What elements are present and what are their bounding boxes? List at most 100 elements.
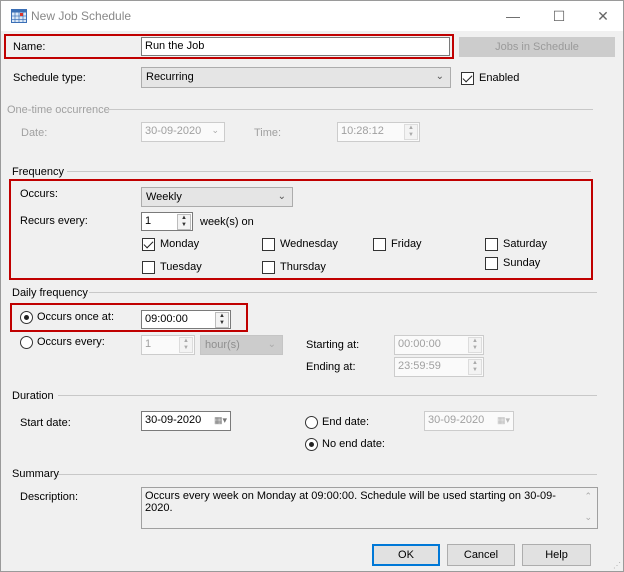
calendar-grid-icon [11, 9, 27, 23]
window-title: New Job Schedule [31, 9, 132, 23]
one-time-time-value: 10:28:12 [341, 125, 384, 137]
calendar-dropdown-icon[interactable]: ▦▾ [214, 415, 227, 426]
maximize-button[interactable]: ☐ [541, 5, 577, 27]
help-button[interactable]: Help [522, 544, 591, 566]
enabled-label: Enabled [479, 72, 520, 84]
recurs-unit-label: week(s) on [200, 216, 254, 228]
occurs-value: Weekly [146, 191, 182, 203]
scroll-down-icon[interactable]: ⌄ [584, 512, 592, 523]
title-bar: New Job Schedule — ☐ ✕ [1, 1, 623, 31]
schedule-type-dropdown[interactable]: Recurring ⌄ [141, 67, 451, 88]
friday-checkbox[interactable] [373, 238, 386, 251]
recurs-every-value: 1 [145, 215, 152, 227]
scroll-up-icon[interactable]: ⌃ [584, 491, 592, 502]
monday-checkbox[interactable] [142, 238, 155, 251]
ending-at-input[interactable]: 23:59:59 ▲ ▼ [394, 357, 484, 377]
tuesday-checkbox[interactable] [142, 261, 155, 274]
start-date-label: Start date: [20, 417, 71, 429]
spinner-arrows-icon[interactable]: ▲ ▼ [177, 214, 191, 230]
ok-button[interactable]: OK [372, 544, 440, 566]
spinner-arrows-icon[interactable]: ▲ ▼ [179, 337, 193, 353]
starting-at-input[interactable]: 00:00:00 ▲ ▼ [394, 335, 484, 355]
spinner-arrows-icon[interactable]: ▲ ▼ [468, 359, 482, 375]
monday-label: Monday [160, 238, 200, 250]
one-time-time-input[interactable]: 10:28:12 ▲ ▼ [337, 122, 420, 142]
description-label: Description: [20, 491, 79, 503]
chevron-down-icon: ⌄ [211, 125, 219, 135]
end-date-radio[interactable] [305, 416, 318, 429]
ending-at-value: 23:59:59 [398, 360, 441, 372]
date-label: Date: [21, 127, 48, 139]
sunday-checkbox[interactable] [485, 257, 498, 270]
start-date-picker[interactable]: 30-09-2020 ▦▾ [141, 411, 231, 431]
occurs-every-input[interactable]: 1 ▲ ▼ [141, 335, 195, 355]
minimize-button[interactable]: — [495, 5, 531, 27]
daily-frequency-divider [89, 292, 597, 293]
wednesday-checkbox[interactable] [262, 238, 275, 251]
occurs-once-radio[interactable] [20, 311, 33, 324]
cancel-button[interactable]: Cancel [447, 544, 515, 566]
frequency-group-label: Frequency [12, 166, 64, 178]
occurs-every-value: 1 [145, 338, 152, 350]
sunday-label: Sunday [503, 257, 541, 269]
one-time-date-picker[interactable]: 30-09-2020 ⌄ [141, 122, 225, 142]
occurs-every-unit-value: hour(s) [205, 339, 240, 351]
close-icon: ✕ [597, 7, 609, 24]
maximize-icon: ☐ [552, 7, 566, 24]
description-textarea[interactable]: Occurs every week on Monday at 09:00:00.… [141, 487, 598, 529]
friday-label: Friday [391, 238, 422, 250]
jobs-in-schedule-button[interactable]: Jobs in Schedule [459, 37, 615, 57]
name-label: Name: [13, 41, 46, 53]
starting-at-value: 00:00:00 [398, 338, 441, 350]
occurs-every-unit-dropdown[interactable]: hour(s) ⌄ [200, 335, 283, 355]
occurs-once-time-input[interactable]: 09:00:00 ▲ ▼ [141, 310, 231, 329]
summary-divider [58, 474, 597, 475]
start-date-value: 30-09-2020 [145, 414, 202, 426]
chevron-down-icon: ⌄ [267, 339, 276, 350]
thursday-checkbox[interactable] [262, 261, 275, 274]
resize-grip-icon[interactable]: ⋰ [613, 561, 621, 570]
duration-group-label: Duration [12, 390, 54, 402]
schedule-type-value: Recurring [146, 71, 194, 83]
tuesday-label: Tuesday [160, 261, 202, 273]
recurs-every-label: Recurs every: [20, 215, 88, 227]
spinner-arrows-icon[interactable]: ▲ ▼ [215, 312, 229, 328]
occurs-label: Occurs: [20, 188, 58, 200]
occurs-dropdown[interactable]: Weekly ⌄ [141, 187, 293, 207]
frequency-divider [67, 171, 591, 172]
time-label: Time: [254, 127, 282, 139]
chevron-down-icon: ⌄ [277, 191, 286, 202]
one-time-group-label: One-time occurrence [7, 104, 110, 116]
saturday-label: Saturday [503, 238, 548, 250]
occurs-once-label: Occurs once at: [37, 311, 115, 323]
schedule-type-label: Schedule type: [13, 72, 86, 84]
one-time-divider [107, 109, 593, 110]
wednesday-label: Wednesday [280, 238, 338, 250]
occurs-every-radio[interactable] [20, 336, 33, 349]
name-input[interactable]: Run the Job [141, 37, 450, 56]
spinner-arrows-icon[interactable]: ▲ ▼ [404, 124, 418, 140]
new-job-schedule-dialog: New Job Schedule — ☐ ✕ Name: Run the Job… [0, 0, 624, 572]
spinner-arrows-icon[interactable]: ▲ ▼ [468, 337, 482, 353]
minimize-icon: — [506, 8, 520, 24]
thursday-label: Thursday [280, 261, 326, 273]
ending-at-label: Ending at: [306, 361, 356, 373]
starting-at-label: Starting at: [306, 339, 360, 351]
calendar-dropdown-icon[interactable]: ▦▾ [497, 415, 510, 426]
end-date-value: 30-09-2020 [428, 414, 485, 426]
occurs-every-label: Occurs every: [37, 336, 105, 348]
recurs-every-input[interactable]: 1 ▲ ▼ [141, 212, 193, 231]
no-end-date-label: No end date: [322, 438, 385, 450]
end-date-label: End date: [322, 416, 370, 428]
no-end-date-radio[interactable] [305, 438, 318, 451]
enabled-checkbox[interactable] [461, 72, 474, 85]
close-button[interactable]: ✕ [585, 5, 621, 27]
chevron-down-icon: ⌄ [435, 71, 444, 82]
duration-divider [58, 395, 597, 396]
daily-frequency-group-label: Daily frequency [12, 287, 88, 299]
saturday-checkbox[interactable] [485, 238, 498, 251]
one-time-date-value: 30-09-2020 [145, 125, 202, 137]
end-date-picker[interactable]: 30-09-2020 ▦▾ [424, 411, 514, 431]
summary-group-label: Summary [12, 468, 60, 480]
description-value: Occurs every week on Monday at 09:00:00.… [145, 490, 556, 514]
